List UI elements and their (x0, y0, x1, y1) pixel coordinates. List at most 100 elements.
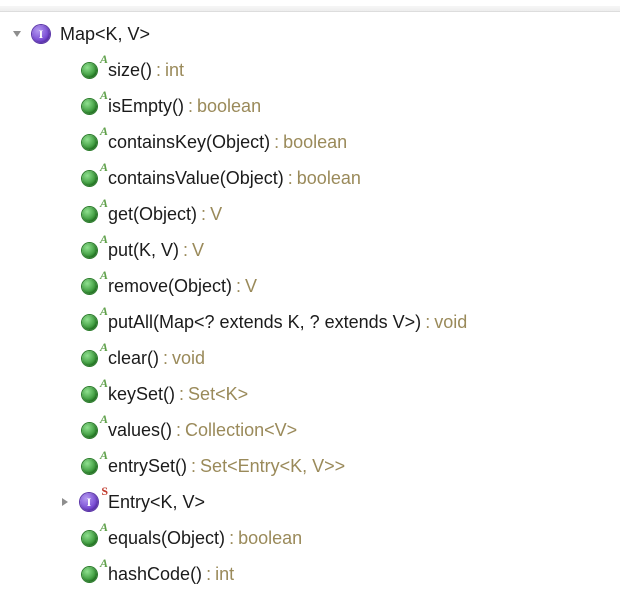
method-icon: A (78, 311, 100, 333)
twisty-slot (58, 459, 72, 473)
twisty-slot (58, 243, 72, 257)
abstract-badge-icon: A (100, 233, 108, 245)
interface-icon: S (78, 491, 100, 513)
member-row[interactable]: A containsValue(Object) : boolean (4, 160, 620, 196)
abstract-badge-icon: A (100, 341, 108, 353)
member-row[interactable]: A equals(Object) : boolean (4, 520, 620, 556)
member-signature: clear() (108, 348, 159, 369)
return-type: V (210, 204, 222, 225)
twisty-slot (58, 567, 72, 581)
abstract-badge-icon: A (100, 161, 108, 173)
member-signature: remove(Object) (108, 276, 232, 297)
twisty-slot (58, 531, 72, 545)
return-type: Set<Entry<K, V>> (200, 456, 345, 477)
twisty-slot (58, 99, 72, 113)
outline-tree: Map<K, V> A size() : int A isEmpty() : b… (0, 12, 620, 600)
member-row[interactable]: A isEmpty() : boolean (4, 88, 620, 124)
return-type: void (172, 348, 205, 369)
twisty-slot (58, 207, 72, 221)
return-type: int (165, 60, 184, 81)
method-icon: A (78, 347, 100, 369)
return-type: void (434, 312, 467, 333)
method-icon: A (78, 203, 100, 225)
abstract-badge-icon: A (100, 413, 108, 425)
type-label: Map<K, V> (60, 24, 150, 45)
return-type: int (215, 564, 234, 585)
method-icon: A (78, 95, 100, 117)
twisty-slot (58, 171, 72, 185)
return-separator: : (202, 564, 215, 585)
twisty-slot (58, 315, 72, 329)
method-icon: A (78, 59, 100, 81)
return-type: Collection<V> (185, 420, 297, 441)
return-type: boolean (283, 132, 347, 153)
method-icon: A (78, 131, 100, 153)
member-row[interactable]: A remove(Object) : V (4, 268, 620, 304)
method-icon: A (78, 275, 100, 297)
member-row[interactable]: A clear() : void (4, 340, 620, 376)
return-type: V (245, 276, 257, 297)
abstract-badge-icon: A (100, 89, 108, 101)
member-row[interactable]: A hashCode() : int (4, 556, 620, 592)
twisty-slot (58, 279, 72, 293)
interface-icon (30, 23, 52, 45)
member-row[interactable]: A values() : Collection<V> (4, 412, 620, 448)
return-separator: : (421, 312, 434, 333)
abstract-badge-icon: A (100, 269, 108, 281)
twisty-open-icon[interactable] (10, 27, 24, 41)
abstract-badge-icon: A (100, 125, 108, 137)
member-row[interactable]: A putAll(Map<? extends K, ? extends V>) … (4, 304, 620, 340)
abstract-badge-icon: A (100, 377, 108, 389)
member-row[interactable]: A put(K, V) : V (4, 232, 620, 268)
abstract-badge-icon: A (100, 449, 108, 461)
static-badge-icon: S (101, 485, 108, 497)
member-signature: keySet() (108, 384, 175, 405)
type-row-map[interactable]: Map<K, V> (4, 16, 620, 52)
abstract-badge-icon: A (100, 557, 108, 569)
member-signature: put(K, V) (108, 240, 179, 261)
member-row[interactable]: A containsKey(Object) : boolean (4, 124, 620, 160)
return-type: V (192, 240, 204, 261)
member-signature: entrySet() (108, 456, 187, 477)
member-signature: Entry<K, V> (108, 492, 205, 513)
method-icon: A (78, 167, 100, 189)
member-row[interactable]: A keySet() : Set<K> (4, 376, 620, 412)
method-icon: A (78, 527, 100, 549)
return-separator: : (225, 528, 238, 549)
method-icon: A (78, 455, 100, 477)
abstract-badge-icon: A (100, 521, 108, 533)
return-separator: : (187, 456, 200, 477)
member-signature: putAll(Map<? extends K, ? extends V>) (108, 312, 421, 333)
member-signature: containsValue(Object) (108, 168, 284, 189)
member-row[interactable]: A entrySet() : Set<Entry<K, V>> (4, 448, 620, 484)
member-signature: values() (108, 420, 172, 441)
twisty-slot (58, 387, 72, 401)
return-separator: : (179, 240, 192, 261)
return-type: boolean (238, 528, 302, 549)
member-signature: hashCode() (108, 564, 202, 585)
nested-type-row[interactable]: S Entry<K, V> (4, 484, 620, 520)
member-signature: size() (108, 60, 152, 81)
member-row[interactable]: A get(Object) : V (4, 196, 620, 232)
return-type: boolean (297, 168, 361, 189)
return-separator: : (184, 96, 197, 117)
twisty-slot (58, 135, 72, 149)
member-row[interactable]: A size() : int (4, 52, 620, 88)
return-type: boolean (197, 96, 261, 117)
method-icon: A (78, 419, 100, 441)
member-signature: get(Object) (108, 204, 197, 225)
member-signature: isEmpty() (108, 96, 184, 117)
member-list: A size() : int A isEmpty() : boolean A c… (4, 52, 620, 592)
member-signature: containsKey(Object) (108, 132, 270, 153)
twisty-slot (58, 63, 72, 77)
method-icon: A (78, 383, 100, 405)
abstract-badge-icon: A (100, 197, 108, 209)
abstract-badge-icon: A (100, 305, 108, 317)
return-separator: : (197, 204, 210, 225)
return-separator: : (152, 60, 165, 81)
twisty-closed-icon[interactable] (58, 495, 72, 509)
return-separator: : (270, 132, 283, 153)
twisty-slot (58, 351, 72, 365)
return-type: Set<K> (188, 384, 248, 405)
abstract-badge-icon: A (100, 53, 108, 65)
